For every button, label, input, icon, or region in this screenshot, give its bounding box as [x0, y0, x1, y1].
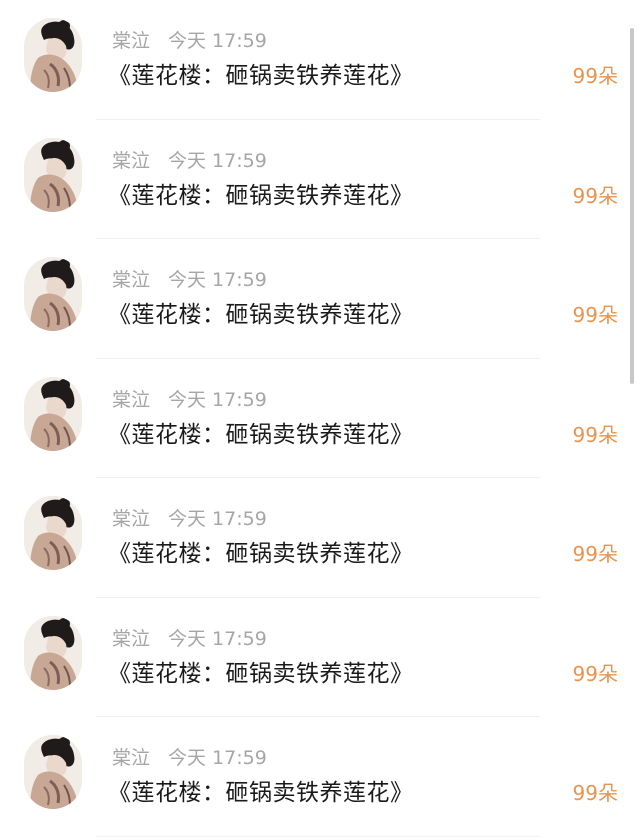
timestamp: 今天 17:59	[168, 30, 267, 52]
avatar-photo-icon	[24, 257, 82, 331]
timestamp: 今天 17:59	[168, 627, 267, 650]
avatar[interactable]	[24, 376, 82, 451]
timestamp: 今天 17:59	[168, 388, 267, 411]
message-meta: 棠泣 今天 17:59	[112, 624, 267, 651]
avatar[interactable]	[24, 18, 82, 92]
list-item[interactable]: 棠泣 今天 17:59 《莲花楼：砸锅卖铁养莲花》 99朵	[0, 120, 640, 240]
timestamp: 今天 17:59	[168, 747, 267, 769]
message-title[interactable]: 《莲花楼：砸锅卖铁养莲花》	[108, 176, 414, 210]
message-meta: 棠泣 今天 17:59	[112, 26, 267, 53]
scrollbar[interactable]	[630, 28, 634, 384]
message-meta: 棠泣 今天 17:59	[112, 265, 267, 292]
list-item[interactable]: 棠泣 今天 17:59 《莲花楼：砸锅卖铁养莲花》 99朵	[0, 239, 640, 359]
flower-count: 99朵	[572, 542, 618, 566]
flower-count: 99朵	[572, 303, 618, 327]
list-item[interactable]: 棠泣 今天 17:59 《莲花楼：砸锅卖铁养莲花》 99朵	[0, 478, 640, 598]
avatar-photo-icon	[24, 137, 82, 212]
message-meta: 棠泣 今天 17:59	[112, 743, 267, 770]
sender-name[interactable]: 棠泣	[112, 269, 150, 291]
sender-name[interactable]: 棠泣	[112, 628, 150, 650]
avatar[interactable]	[24, 257, 82, 331]
sender-name[interactable]: 棠泣	[112, 30, 150, 52]
avatar-photo-icon	[24, 18, 82, 92]
message-title[interactable]: 《莲花楼：砸锅卖铁养莲花》	[108, 773, 414, 807]
list-item[interactable]: 棠泣 今天 17:59 《莲花楼：砸锅卖铁养莲花》 99朵	[0, 359, 640, 479]
flower-count: 99朵	[572, 781, 618, 805]
sender-name[interactable]: 棠泣	[112, 150, 150, 172]
list-item[interactable]: 棠泣 今天 17:59 《莲花楼：砸锅卖铁养莲花》 99朵	[0, 717, 640, 837]
sender-name[interactable]: 棠泣	[112, 389, 150, 411]
flower-count: 99朵	[572, 64, 618, 88]
sender-name[interactable]: 棠泣	[112, 508, 150, 530]
flower-count: 99朵	[572, 183, 618, 208]
message-title[interactable]: 《莲花楼：砸锅卖铁养莲花》	[108, 534, 414, 568]
message-title[interactable]: 《莲花楼：砸锅卖铁养莲花》	[108, 654, 414, 688]
timestamp: 今天 17:59	[168, 149, 267, 172]
avatar[interactable]	[24, 137, 82, 212]
avatar[interactable]	[24, 496, 82, 570]
timestamp: 今天 17:59	[168, 269, 267, 291]
avatar[interactable]	[24, 615, 82, 690]
message-meta: 棠泣 今天 17:59	[112, 146, 267, 173]
message-title[interactable]: 《莲花楼：砸锅卖铁养莲花》	[108, 56, 414, 90]
message-title[interactable]: 《莲花楼：砸锅卖铁养莲花》	[108, 295, 414, 329]
message-meta: 棠泣 今天 17:59	[112, 504, 267, 531]
list-item[interactable]: 棠泣 今天 17:59 《莲花楼：砸锅卖铁养莲花》 99朵	[0, 598, 640, 718]
message-meta: 棠泣 今天 17:59	[112, 385, 267, 412]
avatar-photo-icon	[24, 376, 82, 451]
avatar-photo-icon	[24, 735, 82, 809]
list-item[interactable]: 棠泣 今天 17:59 《莲花楼：砸锅卖铁养莲花》 99朵	[0, 0, 640, 120]
avatar-photo-icon	[24, 615, 82, 690]
avatar[interactable]	[24, 735, 82, 809]
avatar-photo-icon	[24, 496, 82, 570]
flower-count: 99朵	[572, 422, 618, 447]
message-list: 棠泣 今天 17:59 《莲花楼：砸锅卖铁养莲花》 99朵 棠泣 今天 17:59 …	[0, 0, 640, 837]
timestamp: 今天 17:59	[168, 508, 267, 530]
sender-name[interactable]: 棠泣	[112, 747, 150, 769]
message-title[interactable]: 《莲花楼：砸锅卖铁养莲花》	[108, 415, 414, 449]
flower-count: 99朵	[572, 661, 618, 686]
